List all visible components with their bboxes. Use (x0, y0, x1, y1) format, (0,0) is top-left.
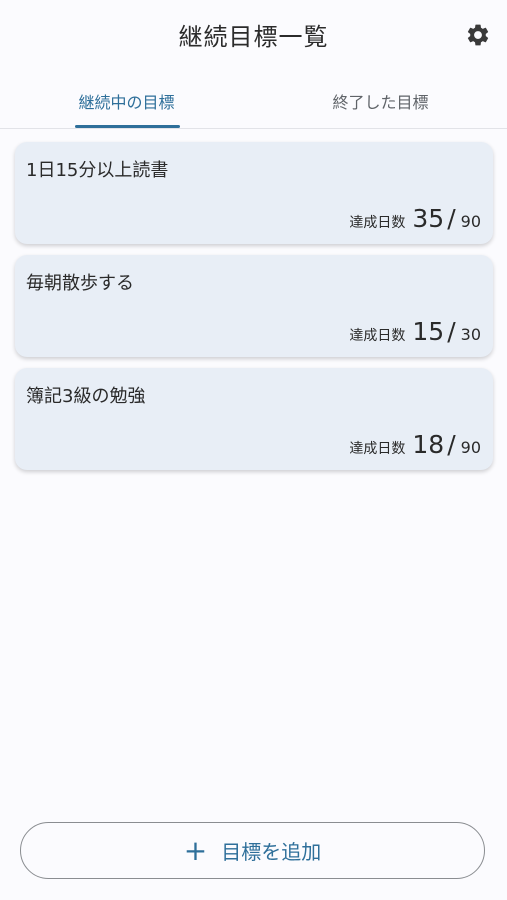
page-title: 継続目標一覧 (178, 23, 329, 51)
goal-progress: 達成日数 15 / 30 (349, 317, 481, 347)
tab-active-goals[interactable]: 継続中の目標 (0, 78, 253, 128)
goal-progress: 達成日数 18 / 90 (349, 430, 481, 460)
progress-done: 15 (412, 317, 445, 346)
progress-slash: / (447, 204, 456, 233)
goal-progress: 達成日数 35 / 90 (349, 204, 481, 234)
gear-icon (467, 24, 489, 46)
progress-total: 90 (460, 212, 481, 231)
progress-done: 35 (412, 204, 445, 233)
progress-total: 30 (460, 325, 481, 344)
goal-card[interactable]: 簿記3級の勉強 達成日数 18 / 90 (15, 368, 493, 470)
progress-total: 90 (460, 438, 481, 457)
plus-icon: + (183, 833, 208, 867)
progress-slash: / (447, 430, 456, 459)
goal-card[interactable]: 1日15分以上読書 達成日数 35 / 90 (15, 142, 493, 244)
goal-title: 毎朝散歩する (26, 273, 134, 294)
tab-indicator (75, 125, 180, 128)
tab-bar: 継続中の目標 終了した目標 (0, 78, 507, 129)
goal-title: 1日15分以上読書 (26, 160, 169, 181)
tab-finished-goals[interactable]: 終了した目標 (254, 78, 507, 128)
progress-slash: / (447, 317, 456, 346)
settings-button[interactable] (465, 22, 491, 48)
goal-card[interactable]: 毎朝散歩する 達成日数 15 / 30 (15, 255, 493, 357)
goal-title: 簿記3級の勉強 (26, 386, 146, 407)
progress-label: 達成日数 (349, 441, 406, 457)
progress-label: 達成日数 (349, 215, 406, 231)
progress-label: 達成日数 (349, 328, 406, 344)
add-goal-label: 目標を追加 (221, 840, 322, 864)
app-header: 継続目標一覧 (0, 0, 507, 70)
progress-done: 18 (412, 430, 445, 459)
goal-list: 1日15分以上読書 達成日数 35 / 90 毎朝散歩する 達成日数 15 / … (15, 142, 493, 481)
add-goal-button[interactable]: + 目標を追加 (20, 822, 485, 879)
